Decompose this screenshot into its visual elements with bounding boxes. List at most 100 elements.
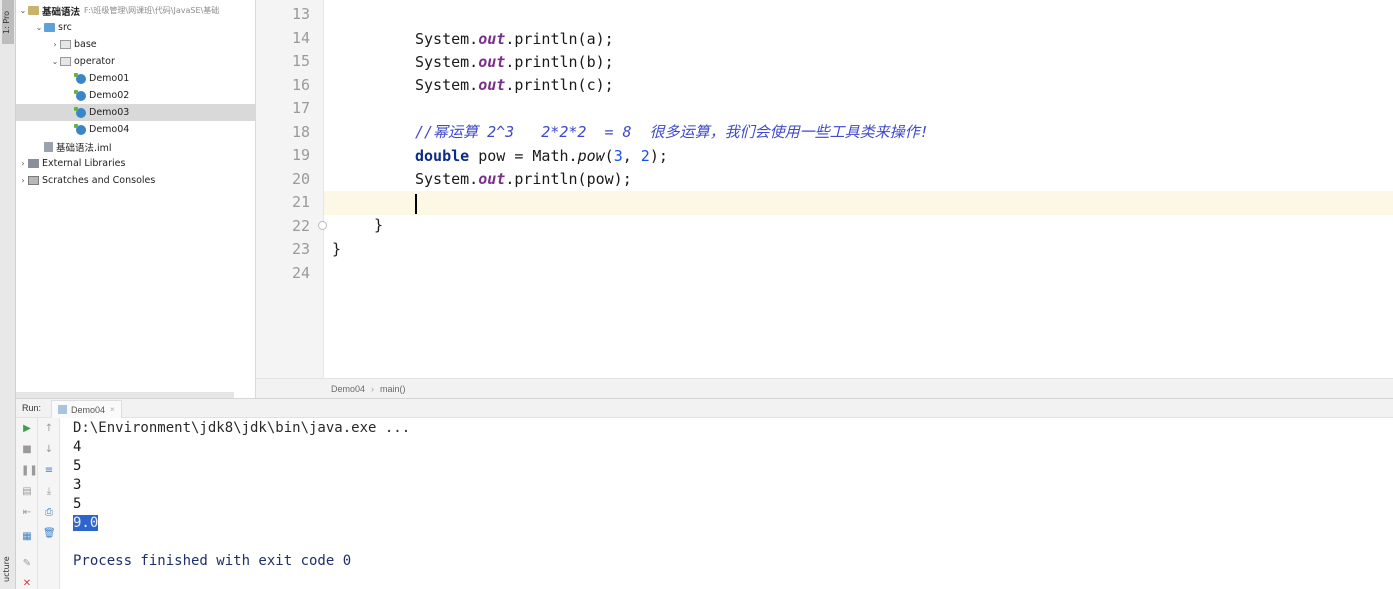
tree-item-label: 基础语法.iml [56,142,112,154]
tree-item-label: src [58,22,72,33]
fold-marker-icon[interactable] [318,221,327,230]
console-output-line: 3 [73,477,82,493]
console-output-line: 5 [73,496,82,512]
breadcrumb-class[interactable]: Demo04 [331,384,365,394]
tree-item-label: External Libraries [42,158,126,169]
console-finished-line: Process finished with exit code 0 [73,553,352,569]
line-number: 15 [291,52,310,70]
line-number: 20 [291,169,310,188]
folder-icon [28,6,39,15]
tree-item-label: Demo01 [89,73,130,84]
console-output-line: 4 [73,439,82,455]
code-line-20: System.out.println(pow); [415,170,632,188]
project-tool-tab[interactable]: 1: Pro [2,0,14,44]
code-line-23: } [332,240,342,258]
dump-threads-icon[interactable]: ▤ [21,486,33,498]
tree-item[interactable]: ⌄ 基础语法 F:\班级管理\网课班\代码\JavaSE\基础 [16,2,256,19]
pause-icon[interactable]: ❚❚ [21,465,38,477]
close-icon[interactable]: × [110,405,115,414]
lib-icon [28,159,39,168]
line-number: 16 [291,75,310,94]
selected-text: 9.0 [73,515,99,531]
tree-item[interactable]: › External Libraries [16,155,256,172]
run-tab-label: Demo04 [71,404,106,415]
tree-item[interactable]: 基础语法.iml [16,138,256,155]
breadcrumb-method[interactable]: main() [380,384,406,394]
iml-icon [44,141,53,152]
tree-item-label: Scratches and Consoles [42,175,156,186]
chevron-down-icon[interactable]: ⌄ [34,23,44,32]
line-number: 22 [291,216,310,235]
structure-tool-tab[interactable]: ucture [2,550,14,588]
code-line-14: System.out.println(a); [415,30,614,48]
line-number: 14 [291,28,310,47]
line-number: 13 [291,5,310,23]
tree-item[interactable]: Demo01 [16,70,256,87]
project-tree: ⌄ 基础语法 F:\班级管理\网课班\代码\JavaSE\基础 ⌄ src › base ⌄ o… [16,0,256,398]
tree-item[interactable]: ⌄ operator [16,53,256,70]
class-icon [74,123,86,135]
code-editor[interactable]: 13 14 15 16 17 18 19 20 21 22 23 24 System.out.prin… [256,0,1393,398]
scroll-to-end-icon[interactable]: ⤓ [43,486,55,498]
code-line-16: System.out.println(c); [415,76,614,94]
run-console[interactable]: D:\Environment\jdk8\jdk\bin\java.exe ...… [60,418,1393,589]
tree-item-label: 基础语法 [42,6,81,18]
tree-item-label: Demo02 [89,90,130,101]
code-line-19: double pow = Math.pow(3, 2); [415,147,668,165]
console-output-selected[interactable]: 9.0 [73,514,99,533]
tree-item-label: Demo03 [89,107,130,118]
chevron-down-icon[interactable]: ⌄ [18,6,28,15]
editor-breadcrumb: Demo04 › main() [256,378,1393,398]
pin-icon[interactable]: ✎ [21,558,33,570]
pkg-icon [60,57,71,66]
ide-window: 1: Pro ucture ⌄ 基础语法 F:\班级管理\网课班\代码\JavaSE… [0,0,1393,589]
chevron-right-icon[interactable]: › [18,176,28,185]
tree-item-label: operator [74,56,115,67]
close-run-icon[interactable]: ✕ [21,578,33,589]
line-number: 23 [291,240,310,258]
class-icon [74,89,86,101]
run-tab-demo04[interactable]: Demo04 × [51,400,122,418]
line-number-gutter: 13 14 15 16 17 18 19 20 21 22 23 24 [256,0,324,378]
console-command-line: D:\Environment\jdk8\jdk\bin\java.exe ... [73,420,411,436]
line-number: 19 [291,146,310,164]
trash-icon[interactable]: 🗑 [43,528,56,540]
print-icon[interactable]: ⎙ [43,507,55,519]
soft-wrap-icon[interactable]: ≡ [43,465,55,477]
tree-item[interactable]: Demo02 [16,87,256,104]
arrow-up-icon[interactable]: ↑ [43,423,55,435]
current-line-highlight [324,191,1393,215]
tree-item[interactable]: › base [16,36,256,53]
class-icon [74,72,86,84]
tree-item-label: base [74,39,97,50]
console-output-line: 5 [73,458,82,474]
chevron-down-icon[interactable]: ⌄ [50,57,60,66]
src-icon [44,23,55,32]
project-path-hint: F:\班级管理\网课班\代码\JavaSE\基础 [84,6,220,15]
text-caret [415,192,417,215]
code-line-15: System.out.println(b); [415,53,614,71]
chevron-right-icon[interactable]: › [18,159,28,168]
tree-item[interactable]: › Scratches and Consoles [16,172,256,189]
run-panel-header: Run: Demo04 × [16,398,1393,418]
arrow-down-icon[interactable]: ↓ [43,444,55,456]
layout-icon[interactable]: ▦ [21,531,33,543]
run-toolbar-primary: ▶ ■ ❚❚ ▤ ⇤ ▦ ✎ ✕ [16,418,38,589]
tree-item[interactable]: Demo03 [16,104,256,121]
class-icon [74,106,86,118]
tree-item-label: Demo04 [89,124,130,135]
exit-icon[interactable]: ⇤ [21,507,33,519]
run-panel-label: Run: [22,403,42,413]
rerun-icon[interactable]: ▶ [21,423,33,435]
chevron-right-icon[interactable]: › [50,40,60,49]
stop-icon[interactable]: ■ [21,444,33,456]
pkg-icon [60,40,71,49]
line-number: 17 [291,99,310,117]
tree-item[interactable]: Demo04 [16,121,256,138]
line-number: 21 [291,193,310,211]
line-number: 24 [291,263,310,282]
scratch-icon [28,176,39,185]
code-comment-line-18: //幂运算 2^3 2*2*2 = 8 很多运算，我们会使用一些工具类来操作! [415,123,929,141]
tree-item[interactable]: ⌄ src [16,19,256,36]
left-tool-strip: 1: Pro ucture [0,0,16,589]
